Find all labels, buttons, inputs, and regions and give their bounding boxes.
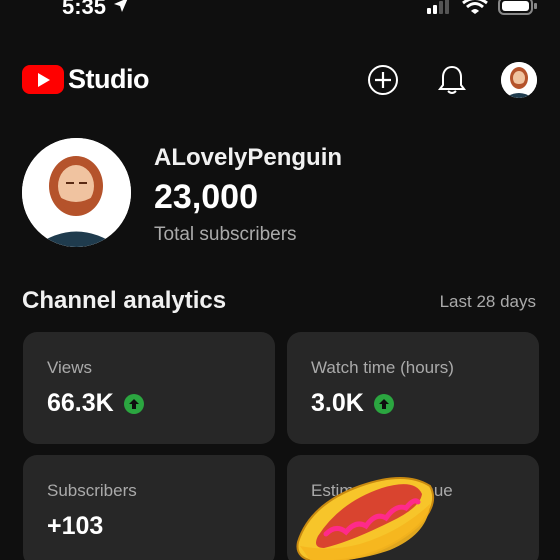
notifications-button[interactable] xyxy=(434,62,470,98)
create-icon xyxy=(368,65,398,95)
cellular-signal-icon xyxy=(426,0,452,20)
analytics-range[interactable]: Last 28 days xyxy=(440,292,536,312)
card-value: 3.0K xyxy=(311,389,364,417)
wifi-icon xyxy=(462,0,488,20)
notifications-icon xyxy=(438,65,466,94)
card-value-row: +103 xyxy=(47,512,103,541)
status-icons xyxy=(426,0,538,21)
youtube-play-icon xyxy=(22,65,64,94)
views-card[interactable]: Views 66.3K xyxy=(23,332,275,444)
studio-logo[interactable]: Studio xyxy=(22,64,149,95)
subscribers-card[interactable]: Subscribers +103 xyxy=(23,455,275,560)
analytics-title: Channel analytics xyxy=(22,287,227,314)
channel-avatar[interactable] xyxy=(22,138,131,247)
hot-dog-sticker xyxy=(290,464,440,560)
account-avatar[interactable] xyxy=(501,62,537,98)
subscriber-label: Total subscribers xyxy=(154,224,297,245)
subscriber-count: 23,000 xyxy=(154,178,258,216)
trend-up-icon xyxy=(123,393,144,414)
channel-name: ALovelyPenguin xyxy=(154,144,343,171)
card-label: Watch time (hours) xyxy=(311,358,454,377)
card-label: Views xyxy=(47,358,93,377)
channel-info: ALovelyPenguin 23,000 Total subscribers xyxy=(22,138,542,248)
create-button[interactable] xyxy=(365,62,401,98)
app-header: Studio xyxy=(0,56,560,104)
trend-up-icon xyxy=(373,393,394,414)
card-value-row: 3.0K xyxy=(311,389,394,418)
status-bar: 5:35 xyxy=(0,0,560,22)
card-value: +103 xyxy=(47,512,104,540)
card-value: 66.3K xyxy=(47,389,114,417)
battery-icon xyxy=(498,0,538,21)
watch-time-card[interactable]: Watch time (hours) 3.0K xyxy=(287,332,539,444)
card-value-row: 66.3K xyxy=(47,389,144,418)
status-time-group: 5:35 xyxy=(62,0,130,20)
card-label: Subscribers xyxy=(47,481,137,500)
logo-text: Studio xyxy=(68,64,149,94)
location-arrow-icon xyxy=(112,0,130,20)
status-time: 5:35 xyxy=(62,0,107,19)
